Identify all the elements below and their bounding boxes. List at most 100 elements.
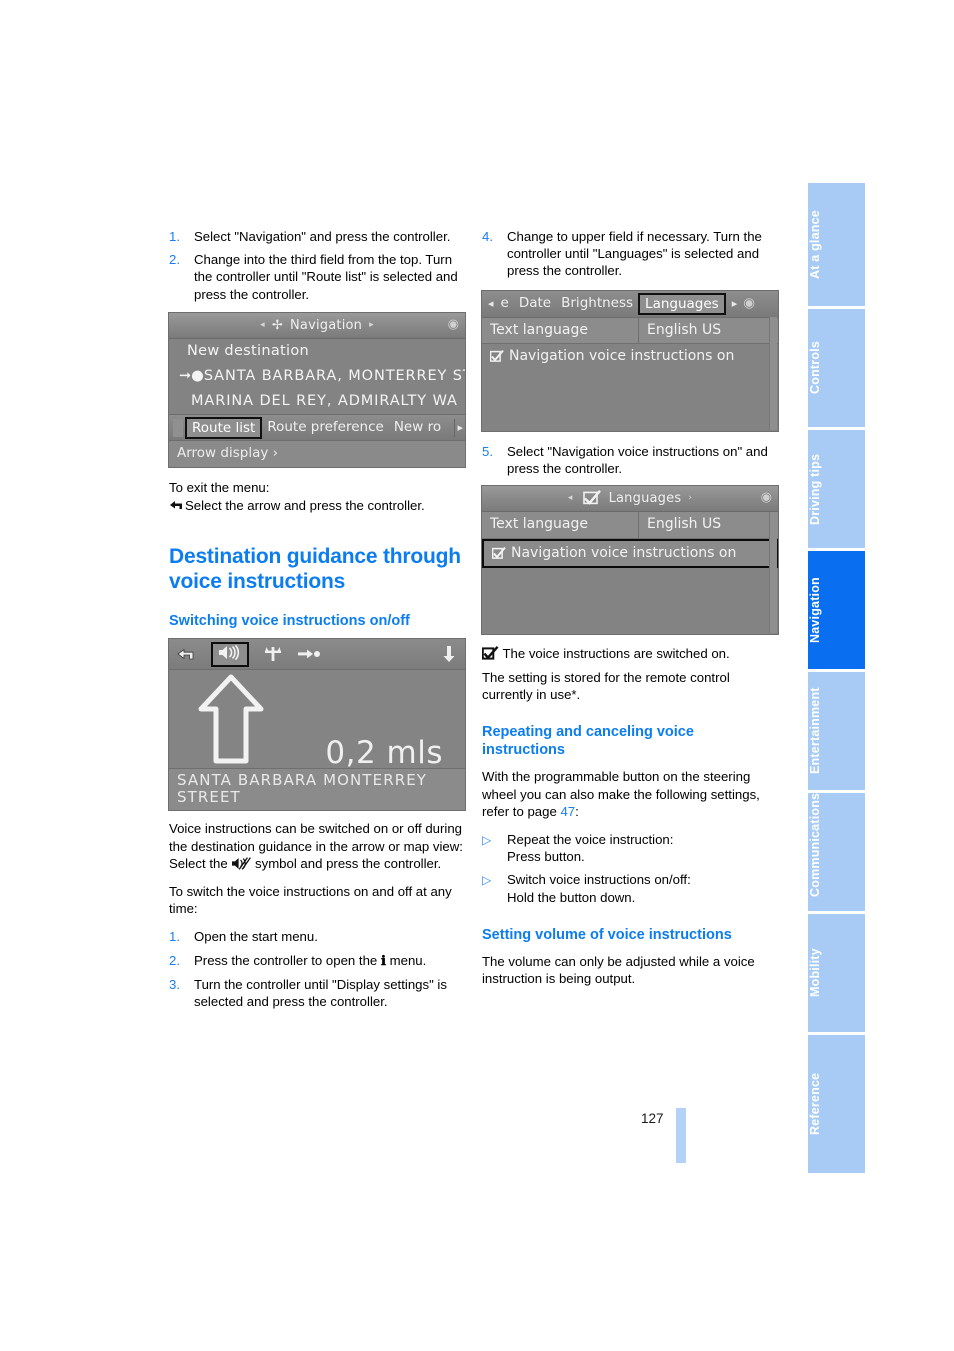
sidebar-item-reference[interactable]: Reference	[808, 1035, 865, 1173]
tab-date[interactable]: Date	[514, 295, 556, 312]
tab-brightness[interactable]: Brightness	[556, 295, 638, 312]
row-value: English US	[647, 516, 722, 533]
bullet-triangle-icon: ▷	[482, 873, 492, 888]
screen-scrollbar[interactable]	[769, 316, 777, 431]
sidebar-item-label: At a glance	[808, 210, 822, 279]
settings-row-voice-instructions-selected[interactable]: Navigation voice instructions on	[482, 538, 778, 568]
sidebar-item-entertainment[interactable]: Entertainment	[808, 672, 865, 790]
bullet-triangle-icon: ▷	[482, 833, 492, 848]
row-label: Text language	[482, 317, 639, 343]
step-text: Change to upper field if necessary. Turn…	[507, 229, 762, 279]
settings-row-text-language[interactable]: Text language English US	[482, 512, 778, 539]
right-arrow-icon[interactable]: ›	[688, 490, 692, 507]
settings-row-text-language[interactable]: Text language English US	[482, 317, 778, 344]
info-i-icon: ℹ	[380, 953, 386, 969]
tab-strip-next-icon[interactable]: ▸	[730, 295, 740, 312]
chapter-sidebar: At a glance Controls Driving tips Naviga…	[808, 183, 865, 1176]
joystick-icon[interactable]: ◉	[739, 295, 759, 312]
section-heading: Destination guidance through voice instr…	[169, 545, 461, 594]
tab-e[interactable]: e	[496, 295, 514, 312]
step-number: 2.	[169, 952, 180, 968]
bullet-text: Repeat the voice instruction: Press butt…	[507, 831, 778, 865]
list-item[interactable]: ➞●SANTA BARBARA, MONTERREY ST	[169, 364, 465, 389]
speaker-muted-icon	[232, 857, 252, 870]
sidebar-item-driving-tips[interactable]: Driving tips	[808, 430, 865, 548]
step-text: Select "Navigation voice instructions on…	[507, 444, 768, 477]
screen-empty-area	[482, 369, 778, 431]
tab-strip-prev-icon[interactable]: ◂	[486, 295, 496, 312]
checkbox-label: Navigation voice instructions on	[509, 347, 735, 364]
left-arrow-icon[interactable]: ◂	[260, 317, 265, 334]
settings-tab-strip: ◂ e Date Brightness Languages ▸ ◉	[482, 290, 778, 318]
note-text: The voice instructions are switched on.	[502, 645, 730, 661]
body-text-before: With the programmable button on the stee…	[482, 769, 760, 819]
list-item: 3. Turn the controller until "Display se…	[169, 976, 465, 1010]
left-arrow-icon[interactable]: ◂	[568, 490, 573, 507]
step-text: Change into the third field from the top…	[194, 252, 458, 302]
straight-ahead-arrow-icon	[198, 674, 264, 764]
list-item-label: SANTA BARBARA, MONTERREY ST	[203, 368, 465, 385]
down-arrow-icon[interactable]	[441, 645, 457, 663]
tab-route-list[interactable]: Route list	[185, 416, 263, 439]
junction-icon[interactable]	[263, 646, 283, 662]
list-item[interactable]: MARINA DEL REY, ADMIRALTY WA	[169, 389, 465, 414]
step-number: 3.	[169, 976, 180, 992]
sidebar-item-communications[interactable]: Communications	[808, 793, 865, 911]
bullet-line-1: Repeat the voice instruction:	[507, 832, 674, 848]
sidebar-item-controls[interactable]: Controls	[808, 309, 865, 427]
sidebar-item-label: Navigation	[808, 577, 822, 643]
destination-flag-icon[interactable]	[297, 647, 321, 661]
navigation-screen-mock: ◂ ✢ Navigation ▸ ◉ New destination ➞●SAN…	[169, 312, 465, 467]
screen-guidance-area: 0,2 mls	[169, 670, 465, 769]
screen-title: Languages	[608, 491, 682, 507]
tab-route-preference[interactable]: Route preference	[262, 419, 389, 436]
step-number: 2.	[169, 252, 180, 268]
settings-row-voice-instructions[interactable]: Navigation voice instructions on	[482, 344, 778, 369]
sidebar-item-mobility[interactable]: Mobility	[808, 914, 865, 1032]
street-name-label: SANTA BARBARA MONTERREY STREET	[169, 768, 465, 811]
screen-body: Text language English US Navigation voic…	[482, 512, 778, 634]
list-item: 2. Change into the third field from the …	[169, 251, 465, 303]
bullet-line-2: Hold the button down.	[507, 889, 636, 905]
bullet-text: Switch voice instructions on/off: Hold t…	[507, 871, 778, 905]
step-number: 1.	[169, 229, 180, 244]
joystick-icon[interactable]: ◉	[761, 489, 772, 506]
tab-languages[interactable]: Languages	[638, 292, 726, 315]
back-arrow-icon[interactable]	[177, 647, 197, 662]
list-item: 1. Open the start menu.	[169, 928, 465, 945]
body-text-after: :	[575, 803, 579, 819]
body-text-anytime: To switch the voice instructions on and …	[169, 884, 452, 917]
settings-screen-mock: ◂ e Date Brightness Languages ▸ ◉ Text l…	[482, 290, 778, 432]
screen-body: Text language English US Navigation voic…	[482, 317, 778, 432]
exit-menu-text: Select the arrow and press the controlle…	[185, 497, 425, 513]
sidebar-item-label: Reference	[808, 1072, 822, 1136]
speaker-on-icon[interactable]	[211, 641, 249, 667]
tab-strip-next-icon[interactable]: ▸	[454, 419, 465, 437]
right-arrow-icon[interactable]: ▸	[369, 317, 374, 334]
screen-scrollbar[interactable]	[769, 512, 777, 633]
page-reference-link[interactable]: 47	[560, 804, 575, 819]
step-text: Turn the controller until "Display setti…	[194, 976, 447, 1010]
languages-screen-mock: ◂ Languages › ◉ Text language English US	[482, 486, 778, 634]
sidebar-item-label: Driving tips	[808, 453, 822, 525]
tab-new-route[interactable]: New ro	[389, 419, 441, 436]
navigation-compass-icon: ✢	[271, 317, 283, 333]
joystick-icon[interactable]: ◉	[448, 316, 459, 333]
route-marker-icon: ➞●	[179, 368, 204, 385]
list-item[interactable]: New destination	[169, 339, 465, 364]
right-steps-list-2: 5. Select "Navigation voice instructions…	[482, 443, 778, 477]
list-item-label: New destination	[187, 342, 309, 359]
list-item: 5. Select "Navigation voice instructions…	[482, 443, 778, 477]
exit-menu-label: To exit the menu:	[169, 479, 270, 495]
screen-body: New destination ➞●SANTA BARBARA, MONTERR…	[169, 338, 465, 415]
body-text-programmable-button: With the programmable button on the stee…	[482, 768, 778, 820]
subsection-heading-volume: Setting volume of voice instructions	[482, 926, 732, 943]
step-text: Open the start menu.	[194, 929, 318, 945]
manual-page: 1. Select "Navigation" and press the con…	[0, 0, 954, 1351]
list-item-label: MARINA DEL REY, ADMIRALTY WA	[191, 393, 458, 410]
screen-footer[interactable]: Arrow display ›	[169, 441, 465, 467]
sidebar-item-navigation[interactable]: Navigation	[808, 551, 865, 669]
sidebar-item-at-a-glance[interactable]: At a glance	[808, 183, 865, 306]
body-text-select-symbol: Select the symbol and press the controll…	[169, 855, 465, 872]
list-item: ▷ Switch voice instructions on/off: Hold…	[482, 871, 778, 905]
